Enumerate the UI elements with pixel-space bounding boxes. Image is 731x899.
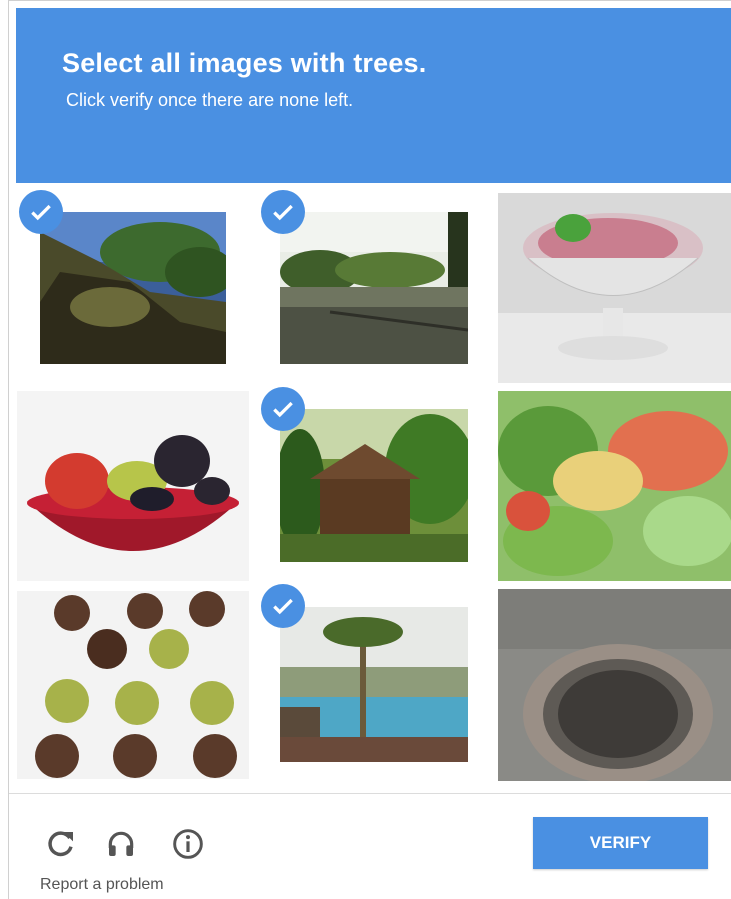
prompt-target: trees. <box>353 48 427 78</box>
reload-button[interactable] <box>43 826 79 862</box>
image-tile-house-trees[interactable] <box>280 409 468 562</box>
captcha-header: Select all images with trees. Click veri… <box>16 8 731 183</box>
reload-icon <box>48 831 73 857</box>
prompt-prefix: Select all images with <box>62 48 354 78</box>
checkmark-icon <box>31 204 51 221</box>
selected-check-5 <box>261 387 305 431</box>
selected-check-2 <box>261 190 305 234</box>
image-tile-survey-marker[interactable] <box>498 589 731 781</box>
prompt-title: Select all images with trees. <box>62 48 426 79</box>
image-tile-truffles[interactable] <box>17 591 249 779</box>
headphones-icon <box>108 831 134 856</box>
report-problem-link[interactable]: Report a problem <box>40 876 164 894</box>
info-button[interactable] <box>170 826 206 862</box>
image-tile-pond-trees[interactable] <box>280 212 468 364</box>
selected-check-8 <box>261 584 305 628</box>
image-tile-salad[interactable] <box>498 391 731 581</box>
image-tile-fruit-bowl[interactable] <box>17 391 249 581</box>
image-tile-rock-trees[interactable] <box>40 212 226 364</box>
audio-challenge-button[interactable] <box>103 826 139 862</box>
prompt-subtitle: Click verify once there are none left. <box>66 90 354 110</box>
footer-divider <box>9 793 731 794</box>
checkmark-icon <box>273 204 293 221</box>
image-tile-pool-palm[interactable] <box>280 607 468 762</box>
checkmark-icon <box>273 401 293 418</box>
selected-check-1 <box>19 190 63 234</box>
checkmark-icon <box>273 598 293 615</box>
verify-button[interactable]: VERIFY <box>533 817 708 869</box>
info-icon <box>173 829 203 859</box>
image-tile-ice-cream[interactable] <box>498 193 731 383</box>
